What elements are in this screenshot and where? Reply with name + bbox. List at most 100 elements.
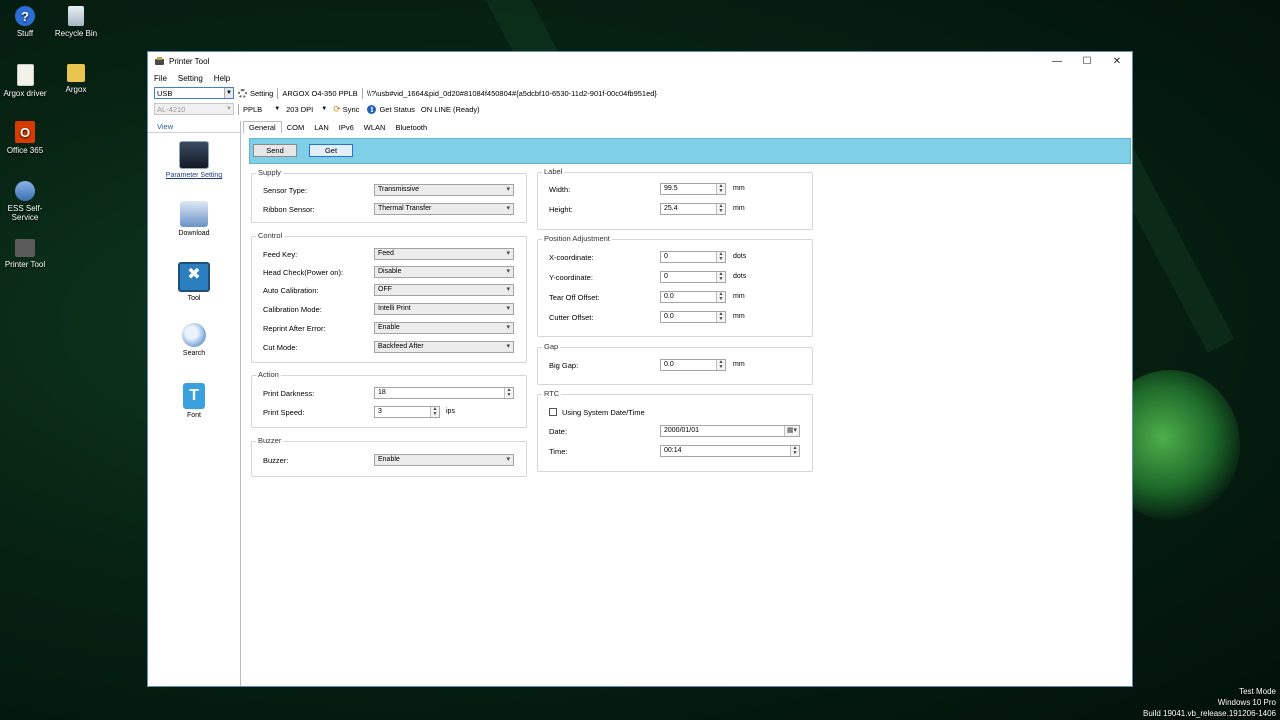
sidebar-item-parameter-setting[interactable]: Parameter Setting — [148, 141, 240, 179]
sync-button[interactable]: ⟳ Sync — [333, 104, 359, 115]
port-select[interactable]: USB ▼ — [154, 87, 234, 99]
tool-icon: ✖ — [178, 262, 210, 292]
spinner-arrows-icon[interactable]: ▲ ▼ — [716, 292, 725, 302]
calibration-mode-select[interactable]: Intelli Print — [374, 303, 514, 315]
tear-off-offset-unit: mm — [733, 293, 745, 300]
calendar-icon[interactable]: ▦▾ — [784, 426, 799, 436]
label-width-value: 99.5 — [664, 185, 678, 192]
reprint-after-error-select[interactable]: Enable — [374, 322, 514, 334]
print-darkness-input[interactable]: 18 ▲ ▼ — [374, 387, 514, 399]
x-coordinate-value: 0 — [664, 253, 668, 260]
gap-group: Gap Big Gap: 0.0 ▲ ▼ mm — [537, 342, 813, 385]
desktop-icon-recycle-bin[interactable]: Recycle Bin — [46, 6, 106, 38]
big-gap-label: Big Gap: — [549, 361, 579, 370]
info-icon: i — [367, 104, 377, 114]
ribbon-sensor-select[interactable]: Thermal Transfer — [374, 203, 514, 215]
time-picker[interactable]: 00:14 ▲ ▼ — [660, 445, 800, 457]
desktop-icon-argox[interactable]: Argox — [46, 64, 106, 94]
toolbar-separator — [277, 87, 279, 99]
get-button[interactable]: Get — [309, 144, 353, 157]
watermark-line: Windows 10 Pro — [1217, 698, 1276, 707]
cut-mode-select[interactable]: Backfeed After — [374, 341, 514, 353]
cutter-offset-value: 0.0 — [664, 313, 674, 320]
get-status-button[interactable]: i Get Status — [367, 104, 415, 114]
model-select[interactable]: AL-4210 ▼ — [154, 103, 234, 115]
y-coordinate-input[interactable]: 0 ▲ ▼ — [660, 271, 726, 283]
system-date-checkbox[interactable] — [549, 408, 557, 416]
sidebar-item-font[interactable]: T Font — [148, 383, 240, 419]
font-icon: T — [183, 383, 205, 409]
setting-button[interactable]: Setting — [238, 88, 273, 98]
minimize-button[interactable]: — — [1042, 56, 1072, 67]
spinner-arrows-icon[interactable]: ▲ ▼ — [504, 388, 513, 398]
x-coordinate-input[interactable]: 0 ▲ ▼ — [660, 251, 726, 263]
desktop-icon-printer-tool[interactable]: Printer Tool — [0, 239, 55, 269]
tab-com[interactable]: COM — [282, 122, 310, 133]
label-height-input[interactable]: 25.4 ▲ ▼ — [660, 203, 726, 215]
big-gap-input[interactable]: 0.0 ▲ ▼ — [660, 359, 726, 371]
cutter-offset-input[interactable]: 0.0 ▲ ▼ — [660, 311, 726, 323]
print-speed-input[interactable]: 3 ▲ ▼ — [374, 406, 440, 418]
tab-lan[interactable]: LAN — [309, 122, 334, 133]
auto-calibration-label: Auto Calibration: — [263, 286, 319, 295]
print-darkness-label: Print Darkness: — [263, 389, 315, 398]
tab-strip: General COM LAN IPv6 WLAN Bluetooth — [243, 121, 1132, 133]
sidebar-item-label: Tool — [187, 295, 201, 302]
tab-general[interactable]: General — [243, 121, 282, 133]
spinner-arrows-icon[interactable]: ▲ ▼ — [716, 184, 725, 194]
auto-calibration-select[interactable]: OFF — [374, 284, 514, 296]
feed-key-label: Feed Key: — [263, 250, 298, 259]
menu-file[interactable]: File — [154, 74, 167, 83]
spinner-arrows-icon[interactable]: ▲ ▼ — [716, 272, 725, 282]
desktop-icon-label: Recycle Bin — [54, 29, 98, 38]
language-dropdown[interactable]: PPLB ▼ — [243, 105, 280, 114]
spinner-arrows-icon[interactable]: ▲ ▼ — [716, 252, 725, 262]
sidebar-item-search[interactable]: Search — [148, 323, 240, 357]
desktop-icon-office-365[interactable]: O Office 365 — [0, 121, 55, 155]
port-select-value: USB — [157, 88, 173, 98]
connection-toolbar: USB ▼ Setting ARGOX O4-350 PPLB \\?\usb#… — [148, 85, 1132, 101]
desktop-icon-label: ESS Self-Service — [7, 204, 43, 222]
sync-label: Sync — [342, 104, 360, 114]
feed-key-select[interactable]: Feed — [374, 248, 514, 260]
tab-bluetooth[interactable]: Bluetooth — [390, 122, 432, 133]
sidebar-item-label: Font — [186, 412, 201, 419]
cutter-offset-label: Cutter Offset: — [549, 313, 594, 322]
sidebar-item-download[interactable]: Download — [148, 201, 240, 237]
chevron-down-icon: ▼ — [225, 104, 233, 114]
date-picker[interactable]: 2000/01/01 ▦▾ — [660, 425, 800, 437]
tab-wlan[interactable]: WLAN — [359, 122, 391, 133]
users-icon — [15, 181, 35, 201]
system-date-label: Using System Date/Time — [562, 408, 645, 417]
office-icon: O — [15, 121, 35, 143]
spinner-arrows-icon[interactable]: ▲ ▼ — [790, 446, 799, 456]
toolbar-separator — [361, 87, 363, 99]
spinner-arrows-icon[interactable]: ▲ ▼ — [716, 360, 725, 370]
sensor-type-select[interactable]: Transmissive — [374, 184, 514, 196]
menu-setting[interactable]: Setting — [178, 74, 203, 83]
label-height-unit: mm — [733, 205, 745, 212]
download-icon — [180, 201, 208, 227]
label-width-input[interactable]: 99.5 ▲ ▼ — [660, 183, 726, 195]
label-width-label: Width: — [549, 185, 571, 194]
dpi-dropdown[interactable]: 203 DPI ▼ — [286, 105, 327, 114]
buzzer-select[interactable]: Enable — [374, 454, 514, 466]
send-button[interactable]: Send — [253, 144, 297, 157]
label-height-value: 25.4 — [664, 205, 678, 212]
y-coordinate-label: Y-coordinate: — [549, 273, 593, 282]
title-bar[interactable]: Printer Tool — ☐ ✕ — [148, 52, 1132, 71]
desktop-icon-ess[interactable]: ESS Self-Service — [0, 181, 55, 222]
close-button[interactable]: ✕ — [1102, 56, 1132, 67]
print-speed-label: Print Speed: — [263, 408, 305, 417]
sync-icon: ⟳ — [333, 103, 341, 114]
calibration-mode-label: Calibration Mode: — [263, 305, 322, 314]
spinner-arrows-icon[interactable]: ▲ ▼ — [430, 407, 439, 417]
sidebar-item-tool[interactable]: ✖ Tool — [148, 262, 240, 302]
tab-ipv6[interactable]: IPv6 — [334, 122, 359, 133]
maximize-button[interactable]: ☐ — [1072, 56, 1102, 67]
menu-help[interactable]: Help — [214, 74, 230, 83]
spinner-arrows-icon[interactable]: ▲ ▼ — [716, 312, 725, 322]
spinner-arrows-icon[interactable]: ▲ ▼ — [716, 204, 725, 214]
tear-off-offset-input[interactable]: 0.0 ▲ ▼ — [660, 291, 726, 303]
head-check-select[interactable]: Disable — [374, 266, 514, 278]
